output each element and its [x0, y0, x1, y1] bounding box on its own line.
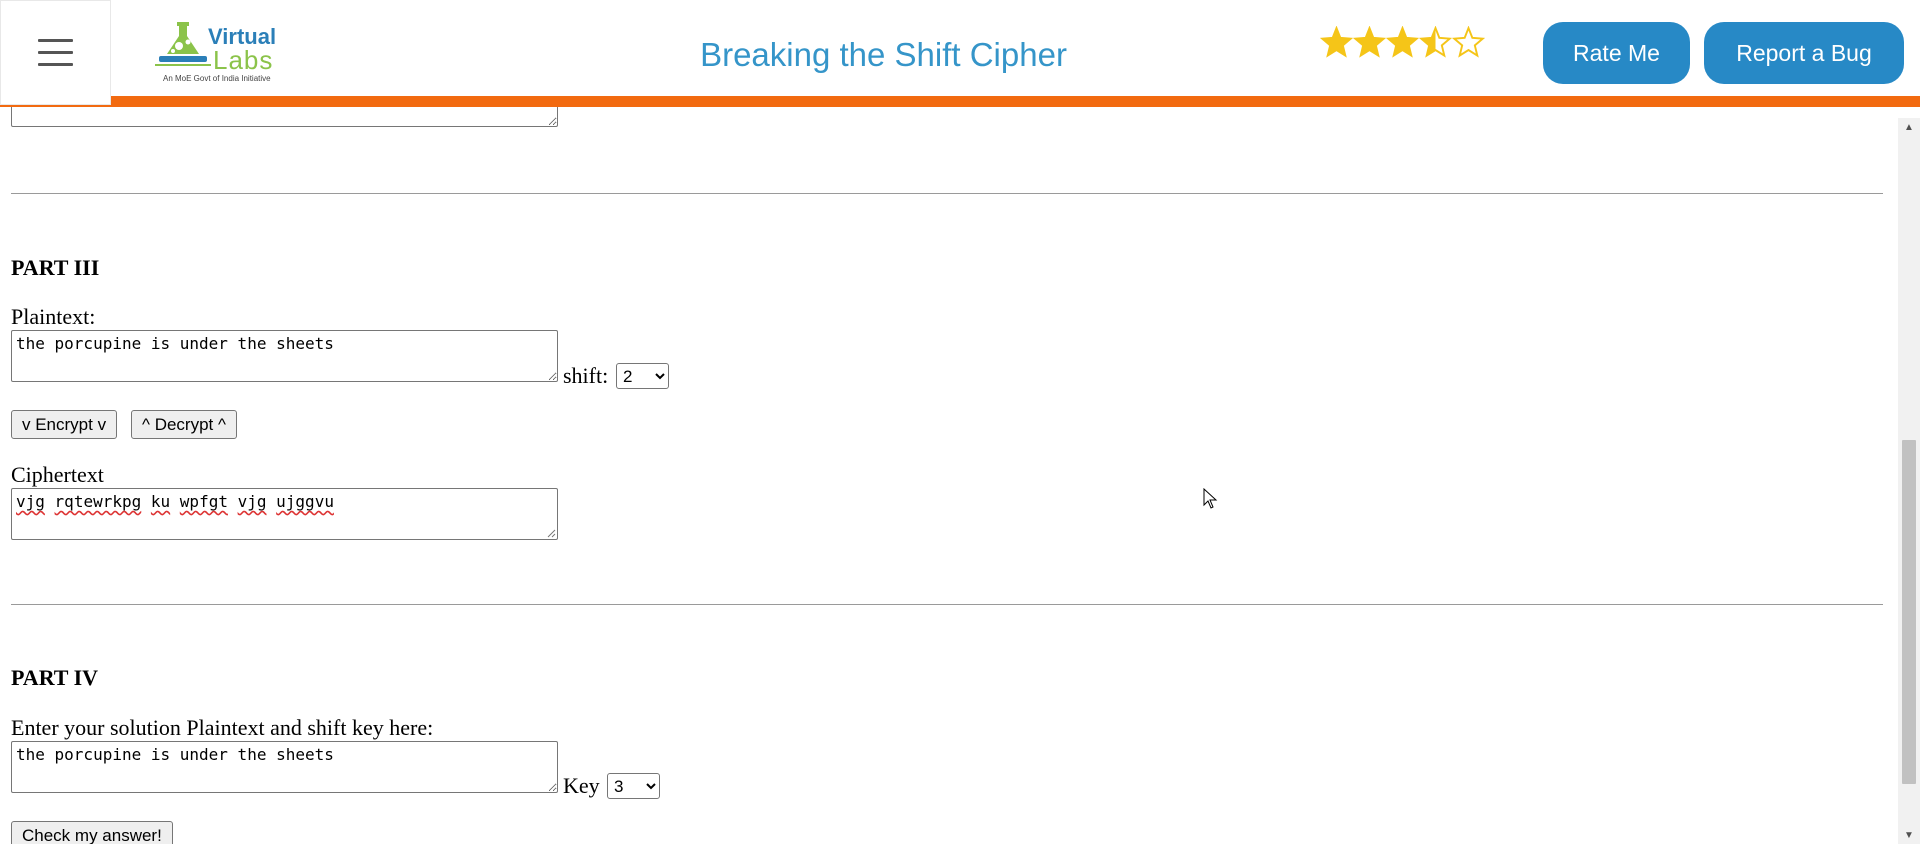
star-icon[interactable] — [1386, 26, 1419, 59]
rate-me-button[interactable]: Rate Me — [1543, 22, 1690, 84]
plaintext-input[interactable]: the porcupine is under the sheets — [11, 330, 558, 382]
shift-label: shift: — [563, 363, 609, 388]
cipher-word: vjg — [237, 492, 267, 511]
cipher-word: ujggvu — [276, 492, 334, 511]
star-icon[interactable] — [1353, 26, 1386, 59]
vertical-scrollbar[interactable]: ▲ ▼ — [1898, 118, 1920, 844]
cipher-word: ku — [150, 492, 171, 511]
divider — [11, 604, 1883, 605]
ciphertext-output[interactable]: vjg rqtewrkpg ku wpfgt vjg ujggvu — [11, 488, 558, 540]
plaintext-label: Plaintext: — [11, 304, 96, 329]
scrollbar-thumb[interactable] — [1902, 440, 1916, 784]
cipher-word: wpfgt — [179, 492, 228, 511]
top-header: Virtual Labs An MoE Govt of India Initia… — [0, 0, 1920, 107]
logo-tagline: An MoE Govt of India Initiative — [163, 74, 271, 83]
rating-stars[interactable] — [1320, 26, 1485, 59]
decrypt-button[interactable]: ^ Decrypt ^ — [131, 410, 237, 439]
cipher-word: vjg — [16, 492, 45, 511]
ciphertext-label: Ciphertext — [11, 462, 104, 487]
resize-grip-icon[interactable] — [547, 529, 556, 538]
part2-textarea[interactable] — [11, 107, 558, 127]
shift-select[interactable]: 2 — [616, 363, 669, 389]
solution-input[interactable]: the porcupine is under the sheets — [11, 741, 558, 793]
main-content: PART III Plaintext: the porcupine is und… — [0, 107, 1898, 844]
check-answer-button[interactable]: Check my answer! — [11, 821, 173, 844]
solution-prompt: Enter your solution Plaintext and shift … — [11, 715, 434, 740]
encrypt-button[interactable]: v Encrypt v — [11, 410, 118, 439]
star-icon[interactable] — [1320, 26, 1353, 59]
page-title: Breaking the Shift Cipher — [700, 36, 1067, 73]
part3-heading: PART III — [11, 255, 100, 280]
part4-heading: PART IV — [11, 665, 99, 690]
scroll-down-arrow-icon[interactable]: ▼ — [1898, 826, 1920, 844]
key-select[interactable]: 3 — [607, 773, 660, 799]
key-label: Key — [563, 773, 600, 798]
mouse-pointer-icon — [1203, 488, 1218, 509]
report-bug-button[interactable]: Report a Bug — [1704, 22, 1904, 84]
cipher-word: rqtewrkpg — [54, 492, 142, 511]
scroll-up-arrow-icon[interactable]: ▲ — [1898, 118, 1920, 136]
star-icon[interactable] — [1452, 26, 1485, 59]
star-icon[interactable] — [1419, 26, 1452, 59]
divider — [11, 193, 1883, 194]
